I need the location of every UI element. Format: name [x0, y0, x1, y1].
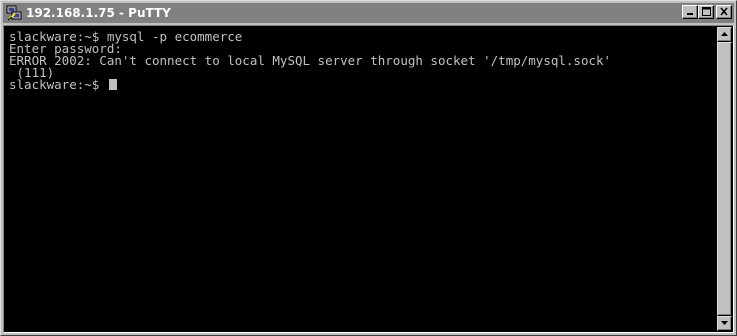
putty-computer-icon[interactable] [6, 5, 22, 21]
arrow-up-icon [721, 32, 728, 36]
scroll-down-button[interactable] [717, 316, 732, 331]
terminal-prompt: slackware:~$ [9, 77, 107, 92]
putty-window: 192.168.1.75 - PuTTY slackware:~$ mysql … [0, 0, 737, 336]
vertical-scrollbar[interactable] [717, 27, 732, 331]
minimize-icon [687, 13, 693, 15]
terminal-cursor [108, 79, 117, 90]
window-title: 192.168.1.75 - PuTTY [26, 6, 171, 20]
terminal-frame: slackware:~$ mysql -p ecommerce Enter pa… [3, 25, 734, 333]
maximize-button[interactable] [698, 5, 714, 19]
terminal-screen[interactable]: slackware:~$ mysql -p ecommerce Enter pa… [5, 27, 717, 331]
terminal-line: ERROR 2002: Can't connect to local MySQL… [9, 53, 612, 68]
maximize-icon [701, 7, 711, 16]
close-icon [720, 7, 728, 16]
minimize-button[interactable] [682, 5, 698, 19]
arrow-down-icon [721, 321, 728, 325]
window-controls [682, 5, 732, 19]
terminal-prompt-line: slackware:~$ [9, 77, 117, 92]
scroll-thumb[interactable] [717, 42, 732, 316]
title-bar[interactable]: 192.168.1.75 - PuTTY [3, 3, 734, 23]
scroll-up-button[interactable] [717, 27, 732, 42]
close-button[interactable] [716, 5, 732, 19]
